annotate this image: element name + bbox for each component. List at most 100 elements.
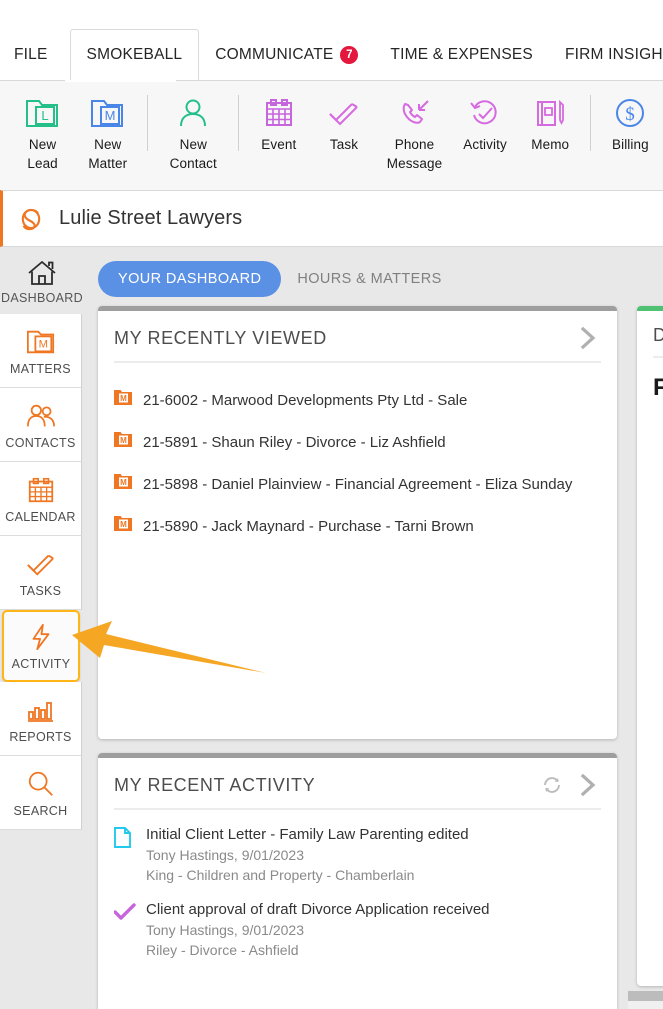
sidebar-item-dashboard[interactable]: DASHBOARD [0,247,84,314]
ribbon-task[interactable]: Task [311,81,376,154]
list-item[interactable]: Client approval of draft Divorce Applica… [113,899,617,960]
ribbon-new-lead-line1: New [28,137,57,152]
sidebar-item-activity-label: ACTIVITY [11,657,71,671]
tab-smokeball[interactable]: SMOKEBALL [69,29,200,80]
ribbon-new-matter-line2: Matter [88,156,128,171]
refresh-icon[interactable] [541,774,563,796]
task-check-icon [24,548,58,580]
card-my-recent-activity: MY RECENT ACTIVITY Initial Client Letter… [98,753,617,1009]
dashboard-tabbar: YOUR DASHBOARD HOURS & MATTERS [84,247,663,297]
ribbon-new-lead-line2: Lead [27,156,58,171]
ribbon-toolbar: L New Lead M New Matter New Contact Even… [0,80,663,190]
list-item-label: 21-5898 - Daniel Plainview - Financial A… [143,475,573,493]
card-title-recent-activity: MY RECENT ACTIVITY [114,774,316,795]
tab-time-and-expenses[interactable]: TIME & EXPENSES [374,30,549,80]
card-right-heading: Fr [653,374,663,401]
chevron-right-icon[interactable] [575,325,601,351]
sidebar-item-reports-label: REPORTS [9,729,72,744]
list-item[interactable]: Initial Client Letter - Family Law Paren… [114,824,617,885]
recently-viewed-list: M 21-6002 - Marwood Developments Pty Ltd… [98,363,617,547]
ribbon-new-matter-line1: New [94,137,122,152]
tab-communicate-label: COMMUNICATE [215,46,334,63]
tab-smokeball-label: SMOKEBALL [86,46,183,63]
recent-activity-list: Initial Client Letter - Family Law Paren… [98,810,617,960]
tab-firm-insights[interactable]: FIRM INSIGHTS [549,30,663,80]
activity-clock-icon [468,91,502,135]
sidebar-item-matters-label: MATTERS [10,361,71,376]
calendar-icon [26,474,56,506]
sidebar-item-contacts[interactable]: CONTACTS [0,388,82,462]
svg-text:M: M [120,520,127,529]
tab-your-dashboard[interactable]: YOUR DASHBOARD [98,261,282,297]
bar-chart-icon [25,694,57,726]
list-item[interactable]: M 21-6002 - Marwood Developments Pty Ltd… [114,379,617,421]
list-item-title: Client approval of draft Divorce Applica… [146,901,490,918]
svg-text:M: M [38,338,47,350]
ribbon-separator-2 [238,95,240,151]
dashboard-main: YOUR DASHBOARD HOURS & MATTERS MY RECENT… [84,247,663,1009]
sidebar-item-reports[interactable]: REPORTS [0,682,82,756]
matter-folder-icon: M [114,515,132,537]
list-item[interactable]: M 21-5890 - Jack Maynard - Purchase - Ta… [114,505,617,547]
firm-name: Lulie Street Lawyers [59,207,243,229]
tab-time-and-expenses-label: TIME & EXPENSES [390,46,533,63]
folder-matter-icon: M [25,326,57,358]
ribbon-separator-3 [589,95,591,151]
phone-incoming-icon [398,91,432,135]
ribbon-phone-message-line2: Message [386,156,443,171]
card-right-clipped: D Fr [637,306,663,986]
ribbon-memo-label: Memo [531,137,570,152]
list-item-label: 21-5890 - Jack Maynard - Purchase - Tarn… [143,517,474,535]
chevron-right-icon[interactable] [575,772,601,798]
card-header: MY RECENT ACTIVITY [98,758,617,808]
tab-communicate[interactable]: COMMUNICATE 7 [199,30,374,80]
ribbon-new-lead[interactable]: L New Lead [10,81,75,173]
list-item-label: 21-5891 - Shaun Riley - Divorce - Liz As… [143,433,446,451]
folder-lead-icon: L [24,91,62,135]
tab-file[interactable]: FILE [0,30,70,80]
sidebar-item-activity[interactable]: ACTIVITY [2,610,80,682]
list-item[interactable]: M 21-5898 - Daniel Plainview - Financial… [114,463,617,505]
svg-text:M: M [120,436,127,445]
ribbon-billing[interactable]: $ Billing [598,81,663,154]
horizontal-scrollbar[interactable] [628,991,663,1009]
ribbon-phone-message[interactable]: Phone Message [377,81,453,173]
document-icon [114,824,146,885]
sidebar-item-search-label: SEARCH [13,803,68,818]
ribbon-activity-label: Activity [463,137,507,152]
check-icon [113,899,146,960]
list-item[interactable]: M 21-5891 - Shaun Riley - Divorce - Liz … [114,421,617,463]
matter-folder-icon: M [114,389,132,411]
tab-firm-insights-label: FIRM INSIGHTS [564,46,663,63]
ribbon-new-contact-line2: Contact [169,156,217,171]
ribbon-memo[interactable]: Memo [518,81,583,154]
ribbon-activity[interactable]: Activity [452,81,517,154]
list-item-title: Initial Client Letter - Family Law Paren… [146,826,469,843]
tab-hours-and-matters[interactable]: HOURS & MATTERS [281,261,457,297]
folder-matter-icon: M [89,91,127,135]
search-icon [26,768,56,800]
person-icon [176,91,210,135]
sidebar-item-tasks-label: TASKS [19,583,62,598]
svg-text:M: M [120,478,127,487]
ribbon-new-contact[interactable]: New Contact [155,81,231,173]
sidebar-item-calendar[interactable]: CALENDAR [0,462,82,536]
card-title-recently-viewed: MY RECENTLY VIEWED [114,327,327,348]
list-item-meta-author: Tony Hastings, 9/01/2023 [146,922,304,938]
sidebar-item-tasks[interactable]: TASKS [0,536,82,610]
list-item-meta-author: Tony Hastings, 9/01/2023 [146,847,304,863]
ribbon-phone-message-line1: Phone [394,137,435,152]
calendar-icon [262,91,296,135]
ribbon-new-matter[interactable]: M New Matter [75,81,140,173]
communicate-badge: 7 [340,46,359,64]
ribbon-new-contact-line1: New [179,137,207,152]
ribbon-event[interactable]: Event [246,81,311,154]
sidebar-item-search[interactable]: SEARCH [0,756,82,830]
scrollbar-thumb[interactable] [628,991,663,1001]
smokeball-s-logo [3,204,59,234]
sidebar-item-matters[interactable]: M MATTERS [0,314,82,388]
card-header: MY RECENTLY VIEWED [98,311,617,361]
card-title-right: D [653,325,663,345]
svg-text:L: L [41,108,48,123]
list-item-body: Initial Client Letter - Family Law Paren… [146,824,617,885]
